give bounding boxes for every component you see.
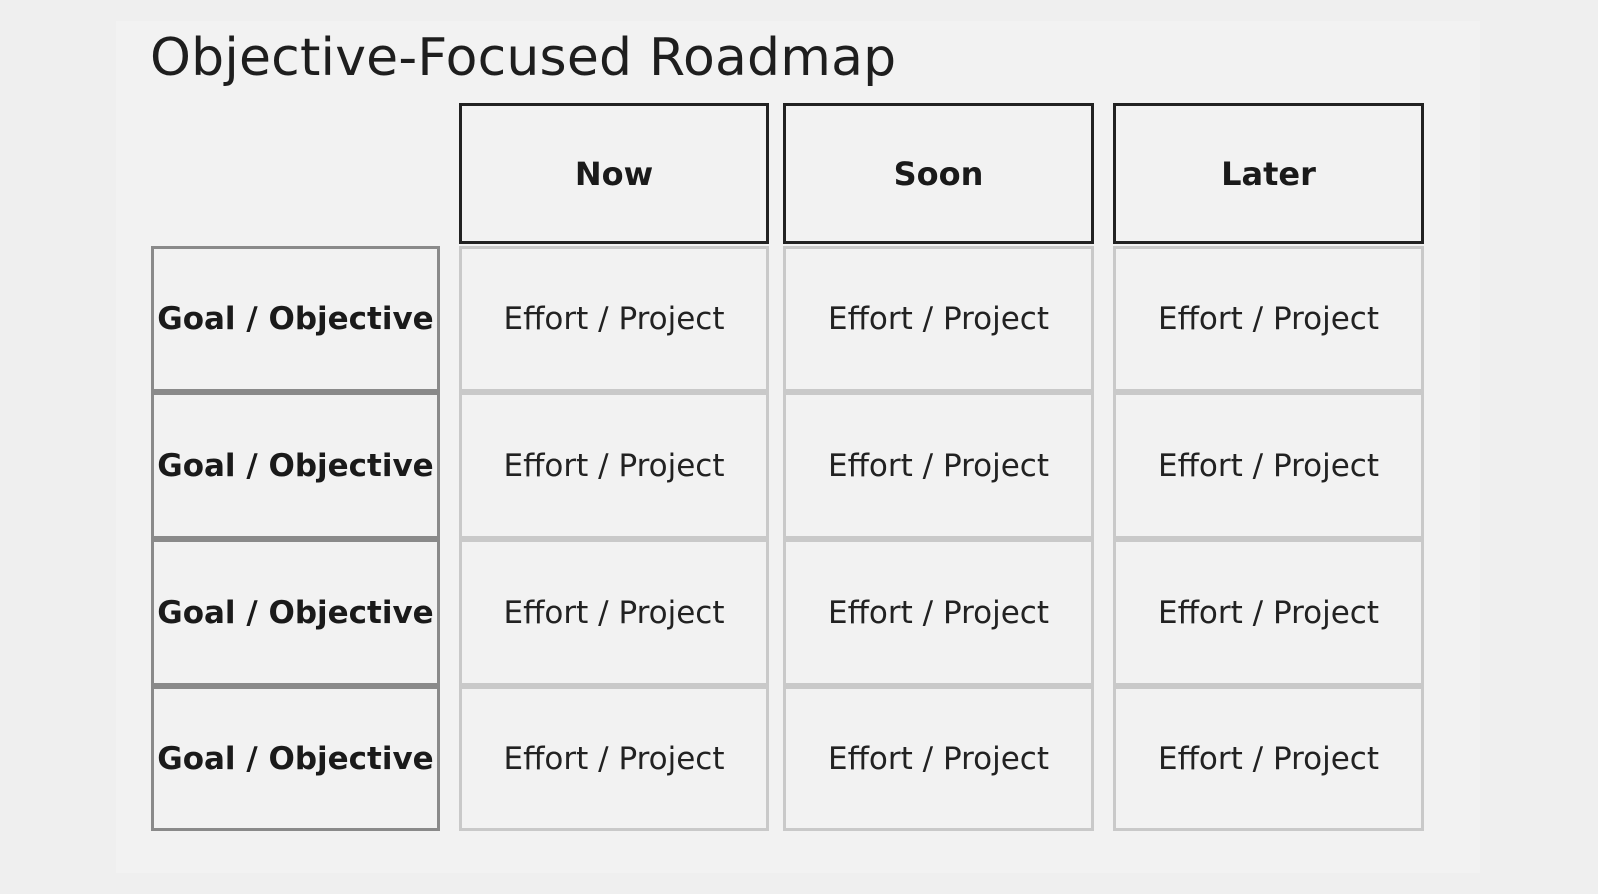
effort-cell-row-4-now: Effort / Project [459,686,769,831]
goal-objective-row-4: Goal / Objective [151,686,440,831]
goal-objective-row-2: Goal / Objective [151,392,440,539]
goal-objective-row-1: Goal / Objective [151,246,440,392]
effort-cell-row-4-soon: Effort / Project [783,686,1094,831]
roadmap-title: Objective-Focused Roadmap [150,28,897,88]
effort-cell-row-2-soon: Effort / Project [783,392,1094,539]
effort-cell-row-1-soon: Effort / Project [783,246,1094,392]
effort-cell-row-3-later: Effort / Project [1113,539,1424,686]
goal-objective-row-3: Goal / Objective [151,539,440,686]
effort-cell-row-2-later: Effort / Project [1113,392,1424,539]
effort-cell-row-3-now: Effort / Project [459,539,769,686]
effort-cell-row-1-now: Effort / Project [459,246,769,392]
effort-cell-row-3-soon: Effort / Project [783,539,1094,686]
column-header-now: Now [459,103,769,244]
effort-cell-row-1-later: Effort / Project [1113,246,1424,392]
effort-cell-row-4-later: Effort / Project [1113,686,1424,831]
column-header-soon: Soon [783,103,1094,244]
effort-cell-row-2-now: Effort / Project [459,392,769,539]
column-header-later: Later [1113,103,1424,244]
